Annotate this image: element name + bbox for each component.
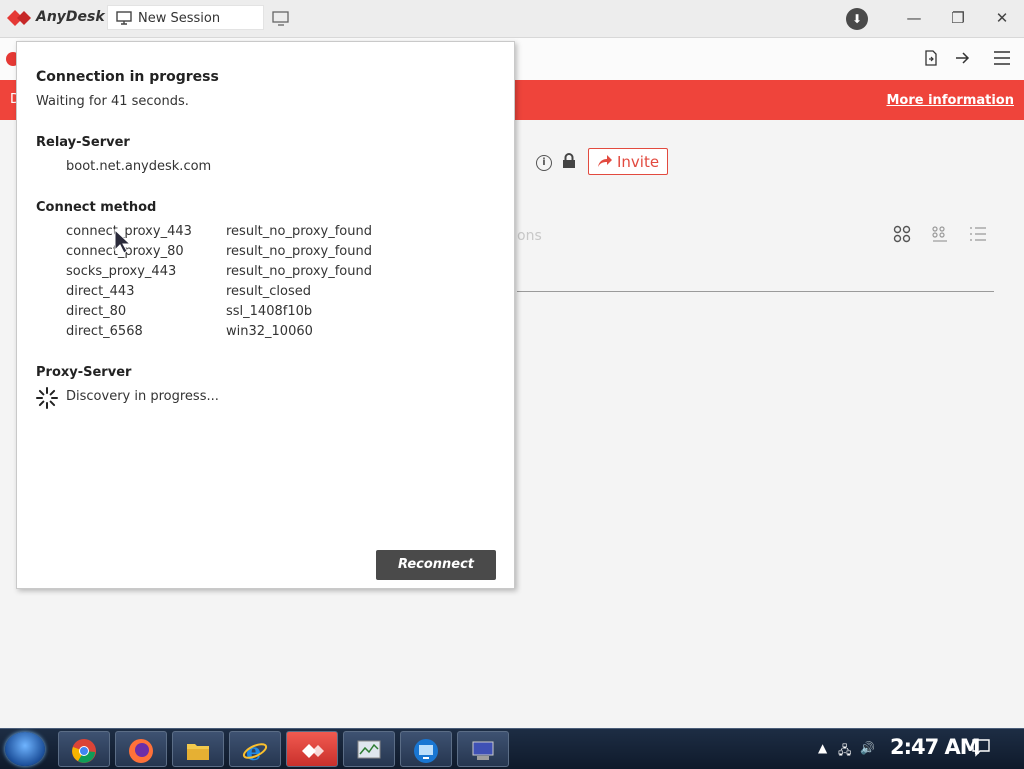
minimize-button[interactable]: — bbox=[904, 9, 924, 27]
resource-monitor-icon bbox=[357, 740, 381, 759]
connect-arrow-icon[interactable] bbox=[954, 50, 970, 66]
taskbar-network-app[interactable] bbox=[457, 731, 509, 767]
anydesk-icon bbox=[302, 744, 324, 758]
grid-view-icon[interactable] bbox=[931, 225, 949, 243]
method-name: direct_80 bbox=[66, 304, 127, 319]
app-name: AnyDesk bbox=[36, 9, 105, 25]
close-button[interactable]: ✕ bbox=[992, 9, 1012, 27]
hamburger-menu-icon[interactable] bbox=[993, 50, 1011, 66]
invite-button[interactable]: Invite bbox=[588, 148, 668, 175]
connect-method-row: socks_proxy_443 result_no_proxy_found bbox=[66, 264, 486, 284]
tab-new-session[interactable]: New Session bbox=[107, 5, 264, 30]
new-tab-icon[interactable] bbox=[272, 11, 290, 26]
taskbar-firefox[interactable] bbox=[115, 731, 167, 767]
action-center-icon[interactable] bbox=[972, 739, 990, 757]
anydesk-logo-icon bbox=[7, 10, 31, 26]
method-result: result_no_proxy_found bbox=[226, 224, 372, 239]
taskbar-file-explorer[interactable] bbox=[172, 731, 224, 767]
proxy-server-header: Proxy-Server bbox=[36, 365, 132, 380]
dialog-title: Connection in progress bbox=[36, 69, 219, 85]
firefox-icon bbox=[129, 739, 153, 763]
network-app-icon bbox=[472, 741, 494, 760]
faded-tab-text[interactable]: ons bbox=[517, 228, 542, 244]
connect-method-header: Connect method bbox=[36, 200, 157, 215]
taskbar: e ▲ 🖧 🔊 2:47 AM bbox=[0, 728, 1024, 769]
file-transfer-icon[interactable] bbox=[923, 50, 939, 66]
more-information-link[interactable]: More information bbox=[886, 93, 1014, 108]
svg-text:e: e bbox=[246, 738, 261, 764]
proxy-status: Discovery in progress... bbox=[66, 389, 219, 404]
waiting-text: Waiting for 41 seconds. bbox=[36, 94, 189, 109]
internet-explorer-icon: e bbox=[242, 738, 268, 764]
relay-server-header: Relay-Server bbox=[36, 135, 130, 150]
connect-method-row: direct_80 ssl_1408f10b bbox=[66, 304, 486, 324]
method-result: result_closed bbox=[226, 284, 312, 299]
clock[interactable]: 2:47 AM bbox=[890, 735, 981, 759]
relay-server-value: boot.net.anydesk.com bbox=[66, 159, 212, 174]
connect-method-row: direct_6568 win32_10060 bbox=[66, 324, 486, 344]
invite-label: Invite bbox=[617, 153, 660, 171]
share-arrow-icon bbox=[598, 155, 612, 167]
method-result: result_no_proxy_found bbox=[226, 264, 372, 279]
method-name: direct_6568 bbox=[66, 324, 143, 339]
connect-method-row: direct_443 result_closed bbox=[66, 284, 486, 304]
taskbar-resource-monitor[interactable] bbox=[343, 731, 395, 767]
file-explorer-icon bbox=[187, 744, 209, 760]
divider bbox=[517, 291, 994, 292]
mouse-cursor-icon bbox=[114, 229, 132, 254]
taskbar-internet-explorer[interactable]: e bbox=[229, 731, 281, 767]
connection-dialog: Connection in progress Waiting for 41 se… bbox=[16, 41, 515, 589]
monitor-icon bbox=[116, 11, 132, 25]
restore-button[interactable]: ❐ bbox=[948, 9, 968, 27]
tab-label: New Session bbox=[138, 11, 221, 26]
remote-desktop-icon bbox=[414, 739, 438, 763]
taskbar-anydesk[interactable] bbox=[286, 731, 338, 767]
method-result: win32_10060 bbox=[226, 324, 313, 339]
list-view-icon[interactable] bbox=[969, 225, 987, 243]
network-icon[interactable]: 🖧 bbox=[838, 741, 851, 762]
taskbar-remote-desktop[interactable] bbox=[400, 731, 452, 767]
start-button[interactable] bbox=[5, 732, 45, 766]
lock-icon[interactable] bbox=[562, 153, 576, 169]
info-icon[interactable]: i bbox=[536, 155, 552, 171]
volume-icon[interactable]: 🔊 bbox=[860, 741, 875, 755]
method-name: socks_proxy_443 bbox=[66, 264, 177, 279]
tile-view-icon[interactable] bbox=[893, 225, 911, 243]
method-result: ssl_1408f10b bbox=[226, 304, 313, 319]
method-name: direct_443 bbox=[66, 284, 135, 299]
reconnect-button[interactable]: Reconnect bbox=[376, 550, 496, 580]
taskbar-chrome[interactable] bbox=[58, 731, 110, 767]
show-hidden-icons-icon[interactable]: ▲ bbox=[818, 741, 827, 755]
spinner-icon bbox=[36, 387, 58, 409]
method-result: result_no_proxy_found bbox=[226, 244, 372, 259]
title-bar: AnyDesk New Session ⬇ — ❐ ✕ bbox=[0, 0, 1024, 38]
chrome-icon bbox=[72, 739, 96, 763]
download-icon[interactable]: ⬇ bbox=[846, 8, 868, 30]
